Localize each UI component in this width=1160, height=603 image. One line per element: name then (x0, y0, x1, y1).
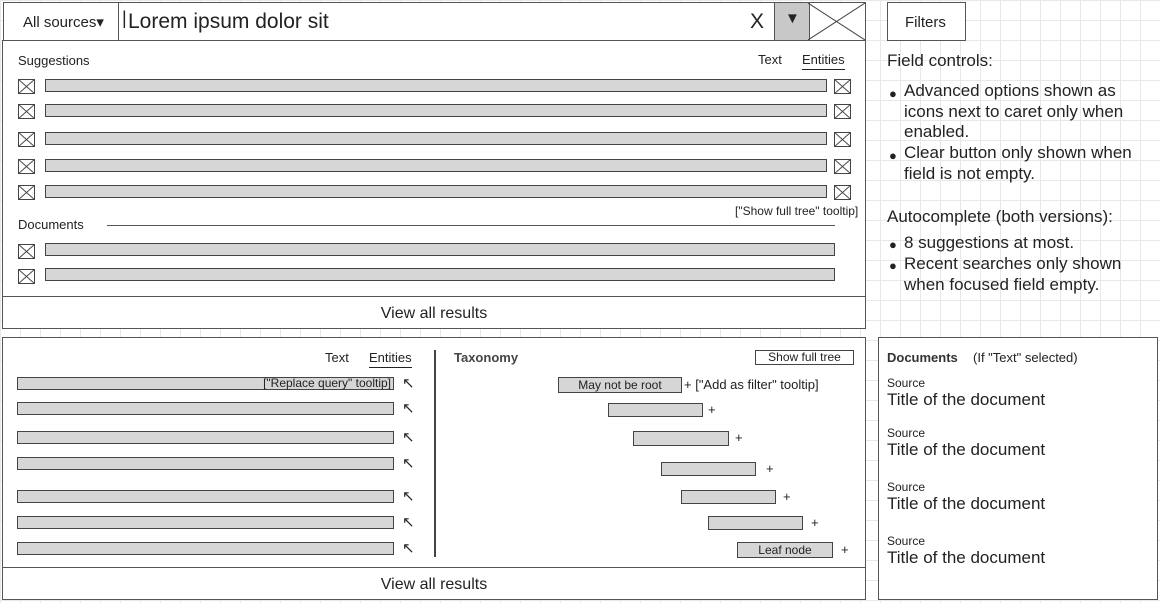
entity-row[interactable] (17, 457, 394, 470)
suggestion-row[interactable] (45, 104, 827, 117)
entity-image-icon (834, 185, 851, 200)
taxonomy-node[interactable] (608, 403, 703, 417)
document-source: Source (887, 426, 926, 440)
document-source: Source (887, 376, 926, 390)
entity-row[interactable] (17, 542, 394, 555)
replace-query-arrow-icon[interactable]: ↖ (402, 428, 415, 446)
add-filter-plus-icon[interactable]: + (766, 461, 774, 476)
suggestion-row[interactable] (45, 132, 827, 145)
entity-row[interactable] (17, 490, 394, 503)
replace-query-arrow-icon[interactable]: ↖ (402, 399, 415, 417)
add-filter-plus-icon[interactable]: + (735, 430, 743, 445)
add-filter-plus-icon[interactable]: + (708, 402, 716, 417)
document-image-icon (18, 244, 35, 259)
note-item: 8 suggestions at most. (904, 233, 1075, 252)
filters-button[interactable]: Filters (887, 2, 966, 41)
suggestion-row[interactable] (45, 185, 827, 198)
entity-image-icon (834, 159, 851, 174)
entity-image-icon (18, 185, 35, 200)
taxonomy-node[interactable] (708, 516, 803, 530)
search-input[interactable]: Lorem ipsum dolor sit (128, 10, 329, 34)
entity-image-icon (834, 132, 851, 147)
entity-image-icon (18, 79, 35, 94)
autocomplete-title: Autocomplete (both versions): (887, 207, 1113, 226)
documents-condition: (If "Text" selected) (973, 350, 1078, 365)
document-title[interactable]: Title of the document (887, 548, 1045, 568)
entities-panel: Text Entities ["Replace query" tooltip] … (2, 337, 866, 600)
add-filter-plus-icon[interactable]: + (811, 515, 819, 530)
replace-query-tooltip: ["Replace query" tooltip] (263, 376, 391, 390)
tab-entities[interactable]: Entities (802, 52, 845, 70)
replace-query-arrow-icon[interactable]: ↖ (402, 374, 415, 392)
documents-panel: Documents (If "Text" selected) Source Ti… (878, 337, 1158, 600)
entity-row[interactable] (17, 516, 394, 529)
note-item: Recent searches only shown when focused … (904, 254, 1122, 294)
entity-row[interactable]: ["Replace query" tooltip] (17, 376, 394, 390)
document-row[interactable] (45, 243, 835, 256)
taxonomy-node[interactable] (681, 490, 776, 504)
suggestion-row[interactable] (45, 79, 827, 92)
show-full-tree-tooltip: ["Show full tree" tooltip] (735, 204, 859, 218)
tab-text[interactable]: Text (325, 350, 349, 365)
entity-image-icon (834, 104, 851, 119)
field-controls-title: Field controls: (887, 51, 993, 70)
divider (107, 225, 835, 226)
entity-image-icon (18, 104, 35, 119)
document-title[interactable]: Title of the document (887, 494, 1045, 514)
caret-button[interactable]: ▼ (774, 3, 810, 40)
document-source: Source (887, 534, 926, 548)
entity-image-icon (834, 79, 851, 94)
bullet-icon: ● (889, 148, 897, 163)
taxonomy-node[interactable] (633, 431, 729, 446)
search-field[interactable]: | Lorem ipsum dolor sit X ▼ (118, 2, 866, 41)
replace-query-arrow-icon[interactable]: ↖ (402, 487, 415, 505)
tab-text[interactable]: Text (758, 52, 782, 67)
entity-row[interactable] (17, 431, 394, 444)
view-all-results-label: View all results (380, 576, 488, 593)
show-full-tree-label: Show full tree (768, 350, 841, 364)
taxonomy-leaf-node[interactable]: Leaf node (737, 542, 833, 558)
replace-query-arrow-icon[interactable]: ↖ (402, 454, 415, 472)
taxonomy-heading: Taxonomy (454, 350, 519, 365)
document-title[interactable]: Title of the document (887, 440, 1045, 460)
view-all-results-button[interactable]: View all results (2, 567, 866, 601)
replace-query-arrow-icon[interactable]: ↖ (402, 539, 415, 557)
view-all-results-button[interactable]: View all results (2, 296, 866, 330)
add-as-filter-tooltip: + ["Add as filter" tooltip] (684, 377, 819, 392)
document-title[interactable]: Title of the document (887, 390, 1045, 410)
chevron-down-icon: ▼ (785, 10, 800, 27)
bullet-icon: ● (889, 237, 897, 252)
note-item: Advanced options shown as icons next to … (904, 81, 1124, 141)
documents-heading: Documents (18, 217, 84, 232)
column-divider (434, 350, 436, 557)
add-filter-plus-icon[interactable]: + (841, 542, 849, 557)
clear-button[interactable]: X (750, 10, 764, 34)
text-cursor: | (122, 8, 127, 28)
document-source: Source (887, 480, 926, 494)
suggestions-panel: Suggestions Text Entities ["Show full tr… (2, 40, 866, 329)
taxonomy-root-node[interactable]: May not be root (558, 377, 682, 393)
document-row[interactable] (45, 268, 835, 281)
source-selector[interactable]: All sources▾ (3, 2, 119, 41)
note-item: Clear button only shown when field is no… (904, 143, 1132, 183)
taxonomy-node[interactable] (661, 462, 756, 476)
documents-heading: Documents (887, 350, 958, 365)
bullet-icon: ● (889, 258, 897, 273)
entity-row[interactable] (17, 402, 394, 415)
document-image-icon (18, 269, 35, 284)
suggestions-heading: Suggestions (18, 53, 90, 68)
show-full-tree-button[interactable]: Show full tree (755, 350, 854, 365)
entity-image-icon (18, 159, 35, 174)
suggestion-row[interactable] (45, 159, 827, 172)
tab-entities[interactable]: Entities (369, 350, 412, 368)
bullet-icon: ● (889, 86, 897, 101)
filters-label: Filters (905, 14, 946, 31)
entity-image-icon (18, 132, 35, 147)
advanced-option-image-icon[interactable] (808, 3, 865, 40)
source-selector-label: All sources▾ (23, 14, 104, 31)
replace-query-arrow-icon[interactable]: ↖ (402, 513, 415, 531)
add-filter-plus-icon[interactable]: + (783, 489, 791, 504)
view-all-results-label: View all results (380, 305, 488, 322)
